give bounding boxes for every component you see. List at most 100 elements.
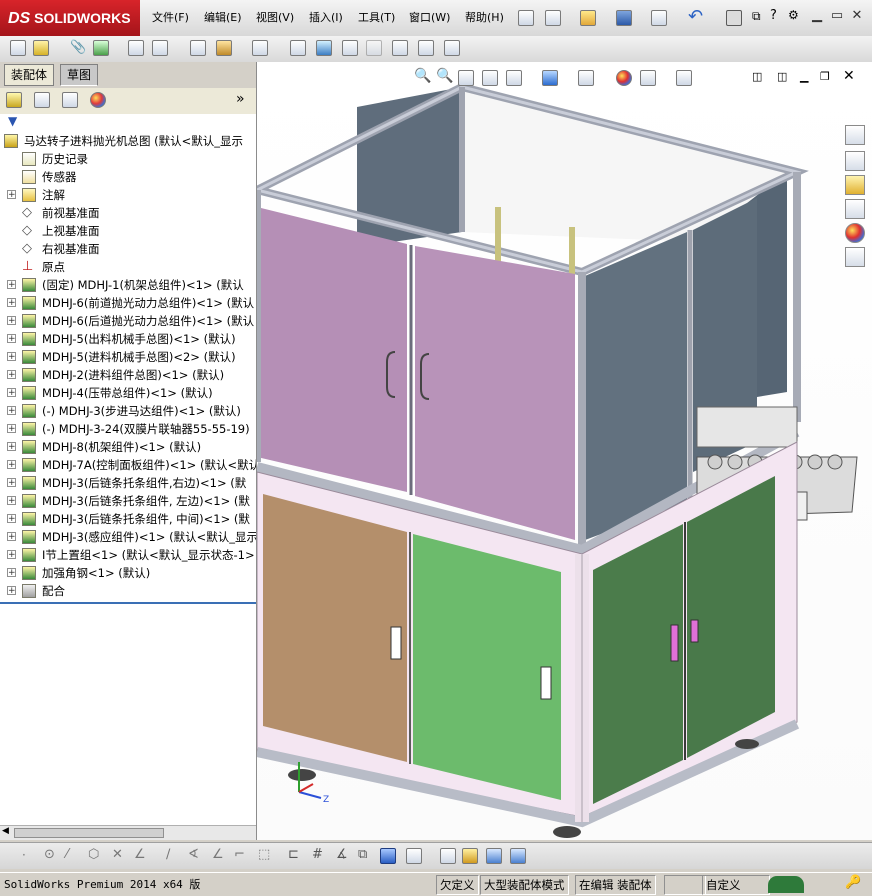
line-icon[interactable]: ⁄ — [66, 847, 68, 862]
expand-toggle-icon[interactable]: + — [7, 370, 16, 380]
tree-item[interactable]: + MDHJ-5(进料机械手总图)<2> (默认) — [0, 348, 256, 366]
doc-close-icon[interactable]: ✕ — [843, 68, 855, 84]
key-icon[interactable]: 🔑 — [845, 875, 861, 890]
tree-item[interactable]: + 配合 — [0, 582, 256, 600]
tree-item[interactable]: ◇ 右视基准面 — [0, 240, 256, 258]
featuremanager-tree-icon[interactable] — [6, 92, 22, 108]
expand-toggle-icon[interactable]: + — [7, 586, 16, 596]
tree-item[interactable]: + MDHJ-3(后链条托条组件, 中间)<1> (默 — [0, 510, 256, 528]
expand-toggle-icon[interactable]: + — [7, 298, 16, 308]
home-icon[interactable] — [845, 125, 865, 145]
propertymanager-icon[interactable] — [34, 92, 50, 108]
minimize-icon[interactable]: ▁ — [810, 9, 824, 23]
select-arrow-icon[interactable] — [726, 10, 742, 26]
expand-toggle-icon[interactable]: + — [7, 478, 16, 488]
insert-component-icon[interactable] — [10, 40, 26, 56]
expand-toggle-icon[interactable]: + — [7, 568, 16, 578]
menu-edit[interactable]: 编辑(E) — [201, 8, 245, 28]
tree-item[interactable]: ◇ 前视基准面 — [0, 204, 256, 222]
tree-item[interactable]: + (固定) MDHJ-1(机架总组件)<1> (默认 — [0, 276, 256, 294]
menu-help[interactable]: 帮助(H) — [462, 8, 507, 28]
appearances-icon[interactable] — [845, 223, 865, 243]
zoom-to-area-icon[interactable]: 🔍 — [436, 68, 453, 84]
scroll-thumb[interactable] — [14, 828, 164, 838]
menu-view[interactable]: 视图(V) — [253, 8, 297, 28]
print-icon[interactable] — [651, 10, 667, 26]
options-gear-icon[interactable]: ⚙ — [788, 8, 799, 22]
undo-icon[interactable]: ↶ — [688, 6, 703, 27]
shaded-view-icon[interactable] — [380, 848, 396, 864]
menu-tools[interactable]: 工具(T) — [355, 8, 398, 28]
circle-icon[interactable]: ⊙ — [44, 847, 55, 862]
expand-toggle-icon[interactable]: + — [7, 190, 16, 200]
new-document-icon[interactable] — [545, 10, 561, 26]
solidworks-logo[interactable]: DS SOLIDWORKS — [0, 0, 140, 36]
polygon-icon[interactable]: ⬡ — [88, 847, 99, 862]
expand-toggle-icon[interactable]: + — [7, 388, 16, 398]
scroll-left-icon[interactable]: ◀ — [2, 826, 9, 836]
configurationmanager-icon[interactable] — [62, 92, 78, 108]
tree-item[interactable]: + MDHJ-7A(控制面板组件)<1> (默认<默认 — [0, 456, 256, 474]
menu-insert[interactable]: 插入(I) — [306, 8, 346, 28]
tree-item[interactable]: + MDHJ-4(压带总组件)<1> (默认) — [0, 384, 256, 402]
hide-show-items-icon[interactable] — [578, 70, 594, 86]
expand-toggle-icon[interactable]: + — [7, 442, 16, 452]
tab-sketch[interactable]: 草图 — [60, 64, 99, 86]
display-style-icon[interactable] — [542, 70, 558, 86]
tree-item[interactable]: + MDHJ-2(进料组件总图)<1> (默认) — [0, 366, 256, 384]
status-indicator-icon[interactable] — [768, 876, 804, 893]
file-explorer-icon[interactable] — [845, 175, 865, 195]
new-motion-study-icon[interactable] — [290, 40, 306, 56]
pin-icon[interactable] — [518, 10, 534, 26]
expand-toggle-icon[interactable]: + — [7, 334, 16, 344]
expand-toggle-icon[interactable]: + — [7, 496, 16, 506]
tree-item[interactable]: ⊥ 原点 — [0, 258, 256, 276]
tree-item[interactable]: 历史记录 — [0, 150, 256, 168]
tree-item[interactable]: + MDHJ-3(后链条托条组件,右边)<1> (默 — [0, 474, 256, 492]
open-folder-icon[interactable] — [580, 10, 596, 26]
tree-horizontal-scrollbar[interactable]: ◀ — [0, 825, 256, 840]
edit-appearance-icon[interactable] — [616, 70, 632, 86]
rebuild-icon[interactable]: ⧉ — [752, 9, 761, 24]
mate-icon[interactable]: 📎 — [70, 40, 86, 55]
exploded-view-icon[interactable] — [342, 40, 358, 56]
expand-panel-icon[interactable]: » — [236, 91, 245, 107]
tree-item[interactable]: + (-) MDHJ-3(步进马达组件)<1> (默认) — [0, 402, 256, 420]
smart-fasteners-icon[interactable] — [128, 40, 144, 56]
previous-view-icon[interactable] — [458, 70, 474, 86]
tree-item[interactable]: + MDHJ-5(出料机械手总图)<1> (默认) — [0, 330, 256, 348]
expand-toggle-icon[interactable]: + — [7, 514, 16, 524]
tree-item[interactable]: + 加强角钢<1> (默认) — [0, 564, 256, 582]
tile-window-icon[interactable] — [486, 848, 502, 864]
bill-of-materials-icon[interactable] — [316, 40, 332, 56]
new-part-icon[interactable] — [33, 40, 49, 56]
tree-item[interactable]: + MDHJ-8(机架组件)<1> (默认) — [0, 438, 256, 456]
dimension-icon[interactable]: ⊏ — [288, 847, 299, 862]
linear-pattern-icon[interactable] — [93, 40, 109, 56]
rectangle-icon[interactable]: ⬚ — [258, 847, 270, 862]
tree-item[interactable]: + MDHJ-6(前道抛光动力总组件)<1> (默认 — [0, 294, 256, 312]
expand-toggle-icon[interactable]: + — [7, 532, 16, 542]
reference-geometry-icon[interactable] — [252, 40, 268, 56]
custom-properties-icon[interactable] — [845, 247, 865, 267]
expand-toggle-icon[interactable]: + — [7, 280, 16, 290]
design-library-icon[interactable] — [845, 151, 865, 171]
tree-item[interactable]: + 注解 — [0, 186, 256, 204]
3d-sketch-icon[interactable]: ⧉ — [358, 847, 367, 862]
tree-item[interactable]: ◇ 上视基准面 — [0, 222, 256, 240]
menu-window[interactable]: 窗口(W) — [406, 8, 453, 28]
doc-restore-icon[interactable]: ❐ — [820, 70, 830, 83]
tab-assembly[interactable]: 装配体 — [4, 64, 55, 86]
tree-item[interactable]: + MDHJ-3(后链条托条组件, 左边)<1> (默 — [0, 492, 256, 510]
apply-scene-icon[interactable] — [640, 70, 656, 86]
doc-minimize-icon[interactable]: ▁ — [800, 70, 808, 83]
tree-item[interactable]: + MDHJ-6(后道抛光动力总组件)<1> (默认 — [0, 312, 256, 330]
assembly-features-icon[interactable] — [216, 40, 232, 56]
tree-item[interactable]: + MDHJ-3(感应组件)<1> (默认<默认_显示 — [0, 528, 256, 546]
show-hidden-icon[interactable] — [190, 40, 206, 56]
extend-icon[interactable]: ∠ — [134, 847, 146, 862]
displaymanager-icon[interactable] — [90, 92, 106, 108]
expand-toggle-icon[interactable]: + — [7, 550, 16, 560]
menu-file[interactable]: 文件(F) — [149, 8, 192, 28]
move-tool-icon[interactable] — [462, 848, 478, 864]
